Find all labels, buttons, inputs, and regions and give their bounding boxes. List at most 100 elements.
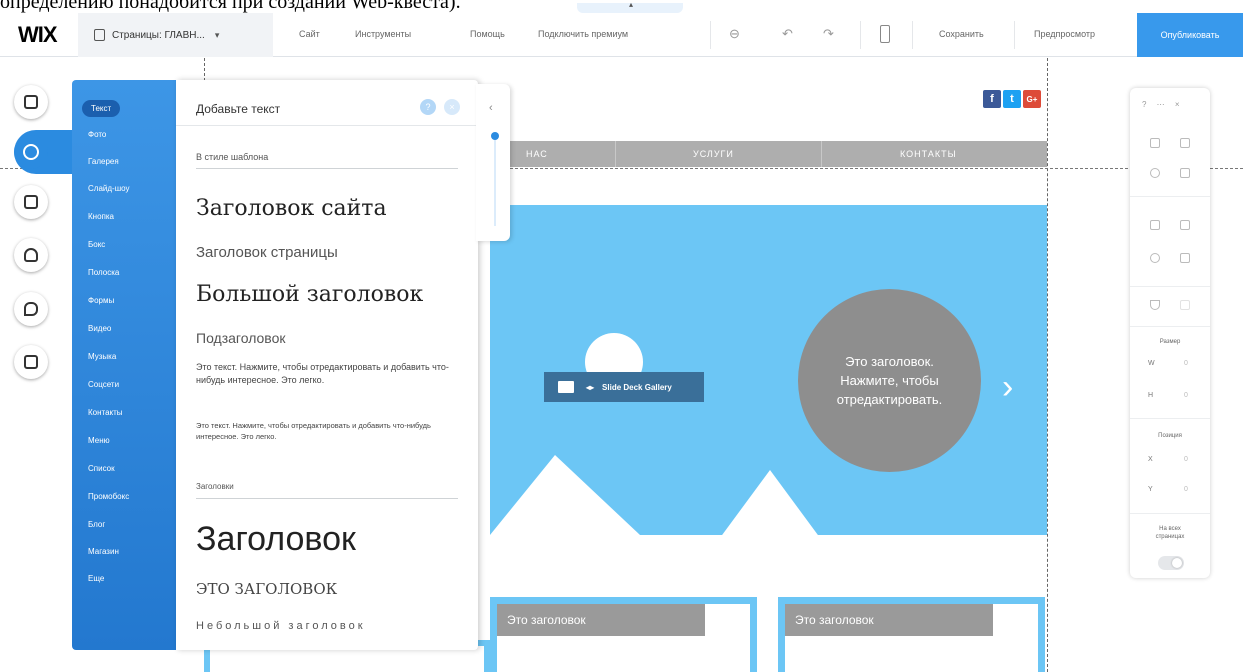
arrange-icon[interactable]	[1150, 220, 1160, 230]
arrows-icon: ◂▸	[586, 382, 595, 392]
content-card[interactable]: Это заголовок	[778, 597, 1045, 672]
preview-button[interactable]: Предпросмотр	[1034, 29, 1095, 39]
app-market-button[interactable]	[14, 185, 48, 219]
menu-site[interactable]: Сайт	[299, 29, 320, 39]
chevron-up-icon[interactable]: ▴	[629, 0, 633, 9]
scroll-track[interactable]	[494, 136, 496, 226]
section-header: Заголовки	[196, 482, 234, 491]
close-icon[interactable]: ×	[444, 99, 460, 115]
publish-button[interactable]: Опубликовать	[1137, 13, 1243, 57]
text-preset-site-title[interactable]: Заголовок сайта	[196, 196, 387, 221]
category-more[interactable]: Еще	[88, 574, 104, 583]
text-preset-spaced-title[interactable]: Небольшой заголовок	[196, 620, 366, 632]
upload-button[interactable]	[14, 238, 48, 272]
menu-upgrade[interactable]: Подключить премиум	[538, 29, 628, 39]
menu-help[interactable]: Помощь	[470, 29, 505, 39]
copy-icon[interactable]	[1150, 138, 1160, 148]
chat-icon	[24, 302, 38, 316]
twitter-icon[interactable]: t	[1003, 90, 1021, 108]
section-divider	[196, 168, 458, 169]
add-text-panel: Добавьте текст ? × В стиле шаблона Загол…	[176, 80, 478, 650]
text-preset-page-title[interactable]: Заголовок страницы	[196, 244, 338, 261]
pages-dropdown[interactable]: Страницы: ГЛАВН... ▾	[78, 13, 273, 57]
undo-icon[interactable]: ↶	[782, 26, 793, 42]
text-preset-paragraph[interactable]: Это текст. Нажмите, чтобы отредактироват…	[196, 361, 458, 387]
paste-icon[interactable]	[1180, 138, 1190, 148]
card-title[interactable]: Это заголовок	[497, 604, 705, 636]
chevron-left-icon[interactable]: ‹	[489, 102, 493, 114]
hero-title[interactable]: Это заголовок. Нажмите, чтобы отредактир…	[815, 352, 965, 409]
width-field[interactable]: 0	[1184, 360, 1188, 367]
add-button[interactable]	[14, 135, 48, 169]
box-icon	[24, 195, 38, 209]
menu-tools[interactable]: Инструменты	[355, 29, 411, 39]
delete-icon[interactable]	[1180, 168, 1190, 178]
text-preset-title[interactable]: Заголовок	[196, 520, 356, 559]
stretch-icon[interactable]	[1150, 300, 1160, 310]
bookings-button[interactable]	[14, 345, 48, 379]
hero-title-circle[interactable]: Это заголовок. Нажмите, чтобы отредактир…	[798, 289, 981, 472]
category-forms[interactable]: Формы	[88, 296, 114, 305]
category-text[interactable]: Текст	[82, 100, 121, 117]
category-music[interactable]: Музыка	[88, 352, 116, 361]
site-menu-item[interactable]: НАС	[526, 149, 548, 159]
align-icon[interactable]	[1180, 220, 1190, 230]
zoom-icon[interactable]: ⊖	[729, 26, 740, 42]
category-box[interactable]: Бокс	[88, 240, 105, 249]
category-photo[interactable]: Фото	[88, 130, 106, 139]
category-gallery[interactable]: Галерея	[88, 157, 119, 166]
scroll-thumb[interactable]	[491, 132, 499, 140]
category-menu[interactable]: Меню	[88, 436, 110, 445]
inspector-header-icons[interactable]: ? ⋯ ×	[1142, 100, 1184, 109]
category-contacts[interactable]: Контакты	[88, 408, 123, 417]
distribute-icon[interactable]	[1180, 253, 1190, 263]
category-video[interactable]: Видео	[88, 324, 111, 333]
text-preset-paragraph-small[interactable]: Это текст. Нажмите, чтобы отредактироват…	[196, 420, 458, 442]
content-card[interactable]: Это заголовок	[490, 597, 757, 672]
height-label: H	[1148, 392, 1154, 399]
gallery-type-label[interactable]: ◂▸ Slide Deck Gallery	[544, 372, 704, 402]
background-button[interactable]	[14, 85, 48, 119]
text-preset-big-title[interactable]: Большой заголовок	[196, 282, 423, 307]
category-button[interactable]: Кнопка	[88, 212, 114, 221]
mobile-view-icon[interactable]	[880, 25, 890, 43]
category-social[interactable]: Соцсети	[88, 380, 119, 389]
menu-divider	[821, 141, 822, 167]
inspector-panel: ? ⋯ × Размер W 0 H 0 Позиция X 0 Y 0 На …	[1130, 88, 1210, 578]
width-label: W	[1148, 360, 1155, 367]
site-menu-item[interactable]: УСЛУГИ	[693, 149, 734, 159]
facebook-icon[interactable]: f	[983, 90, 1001, 108]
section-divider	[196, 498, 458, 499]
add-categories-panel: Текст Фото Галерея Слайд-шоу Кнопка Бокс…	[72, 80, 178, 650]
category-slideshow[interactable]: Слайд-шоу	[88, 184, 129, 193]
card-title[interactable]: Это заголовок	[785, 604, 993, 636]
save-button[interactable]: Сохранить	[939, 29, 984, 39]
inspector-divider	[1130, 513, 1210, 514]
category-blog[interactable]: Блог	[88, 520, 105, 529]
size-label: Размер	[1159, 339, 1181, 345]
redo-icon[interactable]: ↷	[823, 26, 834, 42]
cloud-icon	[24, 248, 38, 262]
category-strip[interactable]: Полоска	[88, 268, 119, 277]
text-preset-subtitle[interactable]: Подзаголовок	[196, 330, 286, 346]
blog-button[interactable]	[14, 292, 48, 326]
inspector-divider	[1130, 326, 1210, 327]
all-pages-toggle[interactable]	[1158, 556, 1184, 570]
google-plus-icon[interactable]: G+	[1023, 90, 1041, 108]
x-field[interactable]: 0	[1184, 456, 1188, 463]
settings-icon[interactable]	[1150, 168, 1160, 178]
category-store[interactable]: Магазин	[88, 547, 119, 556]
category-list[interactable]: Список	[88, 464, 115, 473]
inspector-divider	[1130, 196, 1210, 197]
category-promobox[interactable]: Промобокс	[88, 492, 129, 501]
center-icon[interactable]	[1150, 253, 1160, 263]
panel-scroller[interactable]: ‹	[476, 84, 510, 241]
site-menu-item[interactable]: КОНТАКТЫ	[900, 149, 957, 159]
match-size-icon[interactable]	[1180, 300, 1190, 310]
chevron-right-icon[interactable]: ›	[1002, 368, 1013, 407]
help-icon[interactable]: ?	[420, 99, 436, 115]
text-preset-caps-title[interactable]: ЭТО ЗАГОЛОВОК	[196, 580, 337, 598]
height-field[interactable]: 0	[1184, 392, 1188, 399]
y-field[interactable]: 0	[1184, 486, 1188, 493]
site-menu[interactable]: НАС УСЛУГИ КОНТАКТЫ	[490, 141, 1047, 167]
